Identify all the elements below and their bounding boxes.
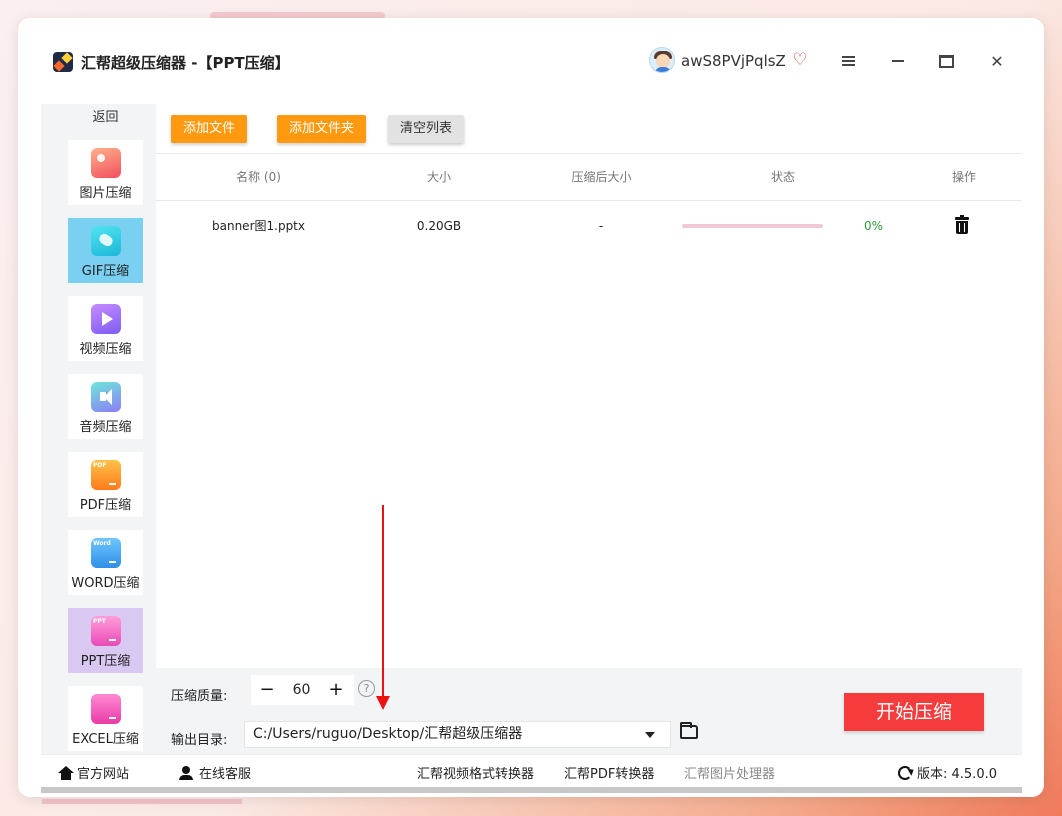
sidebar-item-label: WORD压缩 — [71, 576, 140, 591]
quality-label: 压缩质量: — [171, 689, 228, 704]
sidebar-item-word[interactable]: Word WORD压缩 — [68, 530, 143, 595]
file-name: banner图1.pptx — [212, 219, 305, 233]
background-decoration — [42, 799, 242, 804]
version-info[interactable]: 版本: 4.5.0.0 — [898, 763, 997, 782]
output-dir-value: C:/Users/ruguo/Desktop/汇帮超级压缩器 — [253, 726, 523, 742]
app-title: 汇帮超级压缩器 -【PPT压缩】 — [81, 54, 290, 72]
annotation-arrow-line — [382, 505, 384, 700]
sidebar-item-label: GIF压缩 — [81, 264, 130, 279]
ppt-folder-icon: PPT — [91, 616, 121, 646]
quality-stepper: − 60 + — [251, 675, 354, 705]
chevron-down-icon — [645, 732, 655, 738]
column-header-actions: 操作 — [951, 170, 976, 184]
sidebar-item-video[interactable]: 视频压缩 — [68, 296, 143, 361]
gif-icon — [91, 226, 121, 256]
refresh-icon — [898, 765, 912, 780]
vip-heart-icon[interactable]: ♡ — [789, 50, 811, 70]
help-icon[interactable]: ? — [358, 680, 375, 697]
column-header-size: 大小 — [426, 170, 451, 184]
image-processor-link[interactable]: 汇帮图片处理器 — [684, 763, 775, 782]
word-folder-icon: Word — [91, 538, 121, 568]
app-frame: 汇帮超级压缩器 -【PPT压缩】 awS8PVjPqlsZ ♡ ✕ 返回 图片压… — [41, 40, 1022, 793]
open-folder-icon[interactable] — [680, 722, 698, 739]
column-header-status: 状态 — [770, 170, 795, 184]
sidebar-item-label: 音频压缩 — [79, 420, 132, 435]
app-logo-icon — [53, 52, 73, 72]
progress-percent: 0% — [863, 219, 884, 233]
title-bar: 汇帮超级压缩器 -【PPT压缩】 awS8PVjPqlsZ ♡ ✕ — [41, 40, 1022, 84]
sidebar-item-label: EXCEL压缩 — [72, 732, 139, 747]
pdf-converter-link[interactable]: 汇帮PDF转换器 — [564, 763, 654, 782]
column-header-compressed-size: 压缩后大小 — [571, 170, 632, 184]
add-folder-button[interactable]: 添加文件夹 — [277, 115, 367, 143]
column-header-name: 名称 (0) — [236, 170, 281, 184]
customer-service-icon — [178, 765, 194, 780]
sidebar-item-label: PDF压缩 — [79, 498, 132, 513]
sidebar-item-image[interactable]: 图片压缩 — [68, 140, 143, 205]
horizontal-scrollbar[interactable] — [41, 787, 1022, 793]
table-row[interactable]: banner图1.pptx 0.20GB - 0% — [156, 201, 1022, 251]
table-header: 名称 (0) 大小 压缩后大小 状态 操作 — [156, 154, 1022, 201]
minimize-icon[interactable] — [884, 48, 912, 74]
user-avatar[interactable] — [649, 47, 675, 73]
progress-bar — [682, 224, 823, 228]
online-support-label: 在线客服 — [199, 767, 252, 782]
sidebar-item-ppt[interactable]: PPT PPT压缩 — [68, 608, 143, 673]
app-window: 汇帮超级压缩器 -【PPT压缩】 awS8PVjPqlsZ ♡ ✕ 返回 图片压… — [18, 18, 1044, 797]
video-icon — [91, 304, 121, 334]
decrease-quality-button[interactable]: − — [255, 678, 279, 702]
audio-icon — [91, 382, 121, 412]
sidebar-item-label: PPT压缩 — [80, 654, 131, 669]
excel-folder-icon — [91, 694, 121, 724]
pdf-folder-icon: PDF — [91, 460, 121, 490]
online-support-link[interactable]: 在线客服 — [178, 763, 251, 782]
annotation-arrow-head — [376, 696, 390, 710]
output-dir-label: 输出目录: — [171, 733, 228, 748]
file-size: 0.20GB — [416, 219, 462, 233]
maximize-icon[interactable] — [932, 48, 960, 74]
sidebar-item-excel[interactable]: EXCEL压缩 — [68, 686, 143, 751]
output-dir-select[interactable]: C:/Users/ruguo/Desktop/汇帮超级压缩器 — [244, 721, 671, 748]
sidebar-item-label: 图片压缩 — [79, 186, 132, 201]
version-label: 版本: 4.5.0.0 — [917, 767, 997, 782]
quality-value[interactable]: 60 — [279, 675, 324, 705]
clear-list-button[interactable]: 清空列表 — [388, 115, 465, 143]
file-table: 名称 (0) 大小 压缩后大小 状态 操作 banner图1.pptx 0.20… — [156, 154, 1022, 668]
footer-bar: 官方网站 在线客服 汇帮视频格式转换器 汇帮PDF转换器 汇帮图片处理器 版本:… — [41, 754, 1022, 787]
increase-quality-button[interactable]: + — [324, 678, 348, 702]
start-compress-button[interactable]: 开始压缩 — [844, 693, 984, 731]
settings-panel: 压缩质量: − 60 + ? 输出目录: C:/Users/ruguo/Desk… — [156, 668, 1022, 754]
video-converter-link[interactable]: 汇帮视频格式转换器 — [417, 763, 534, 782]
sidebar-item-audio[interactable]: 音频压缩 — [68, 374, 143, 439]
close-icon[interactable]: ✕ — [983, 48, 1011, 74]
sidebar-item-label: 视频压缩 — [79, 342, 132, 357]
sidebar-item-gif[interactable]: GIF压缩 — [68, 218, 143, 283]
add-file-button[interactable]: 添加文件 — [171, 115, 248, 143]
official-website-link[interactable]: 官方网站 — [58, 763, 129, 782]
official-website-label: 官方网站 — [77, 767, 130, 782]
username-label[interactable]: awS8PVjPqlsZ — [681, 52, 786, 70]
sidebar-item-pdf[interactable]: PDF PDF压缩 — [68, 452, 143, 517]
toolbar: 添加文件 添加文件夹 清空列表 — [156, 104, 1022, 154]
back-button[interactable]: 返回 — [68, 109, 143, 129]
delete-icon[interactable] — [955, 215, 969, 235]
image-icon — [91, 148, 121, 178]
menu-icon[interactable] — [834, 48, 862, 74]
home-icon — [58, 765, 74, 780]
compressed-size: - — [598, 219, 604, 233]
